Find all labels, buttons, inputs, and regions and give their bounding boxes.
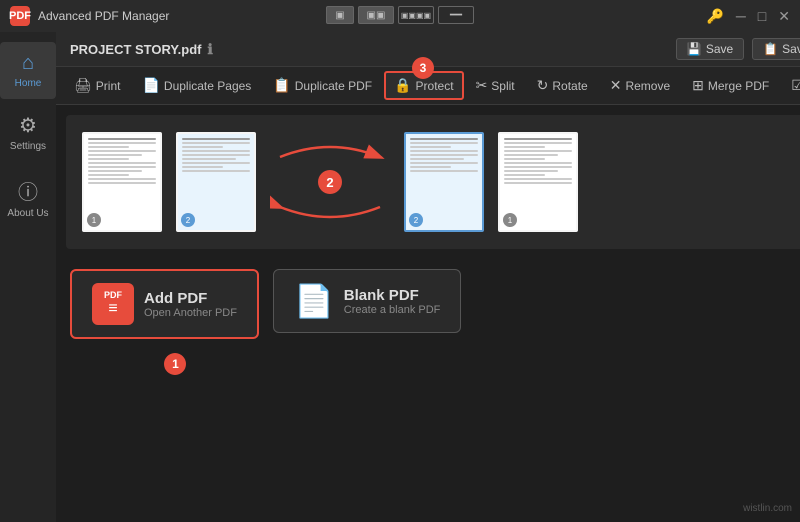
titlebar-left: PDF Advanced PDF Manager xyxy=(10,6,169,26)
app-title: Advanced PDF Manager xyxy=(38,9,169,23)
duplicate-arrows: 2 xyxy=(270,127,390,237)
save-icon: 💾 xyxy=(687,42,702,56)
remove-button[interactable]: ✕ Remove xyxy=(600,71,680,100)
duplicate-pdf-button[interactable]: 📋 Duplicate PDF xyxy=(263,71,382,100)
step3-badge: 3 xyxy=(412,57,434,79)
titlebar: PDF Advanced PDF Manager ▣ ▣▣ ▣▣▣▣ ━━ 🔑 … xyxy=(0,0,800,32)
page-3-badge: 2 xyxy=(409,213,423,227)
minimize-button[interactable]: ─ xyxy=(736,8,746,24)
sidebar-item-home[interactable]: ⌂ Home xyxy=(0,42,56,99)
blank-pdf-button[interactable]: 📄 Blank PDF Create a blank PDF xyxy=(273,269,461,333)
close-button[interactable]: ✕ xyxy=(778,8,790,25)
rotate-icon: ↻ xyxy=(537,77,549,94)
main-layout: ⌂ Home ⚙ Settings ⓘ About Us PROJECT STO… xyxy=(0,32,800,522)
blank-pdf-subtitle: Create a blank PDF xyxy=(344,304,441,316)
titlebar-controls: 🔑 ─ □ ✕ xyxy=(706,8,790,25)
print-icon: 🖨 xyxy=(74,77,92,94)
view-wide[interactable]: ━━ xyxy=(438,6,474,24)
select-all-icon: ☑ xyxy=(791,77,800,94)
pages-section: 1 xyxy=(56,105,800,259)
sidebar: ⌂ Home ⚙ Settings ⓘ About Us xyxy=(0,32,56,522)
sidebar-home-label: Home xyxy=(15,78,42,89)
add-pdf-text: Add PDF Open Another PDF xyxy=(144,290,237,319)
step1-badge: 1 xyxy=(164,353,186,375)
blank-pdf-text: Blank PDF Create a blank PDF xyxy=(344,287,441,316)
toolbar-wrapper: 🖨 Print 📄 Duplicate Pages 📋 Duplicate PD… xyxy=(56,67,800,105)
sidebar-item-about[interactable]: ⓘ About Us xyxy=(0,166,56,229)
merge-icon: ⊞ xyxy=(692,77,704,94)
add-pdf-subtitle: Open Another PDF xyxy=(144,307,237,319)
split-button[interactable]: ✂ Split xyxy=(466,71,525,100)
page-card-4: 1 xyxy=(498,132,578,232)
rotate-button[interactable]: ↻ Rotate xyxy=(527,71,598,100)
page-4-badge: 1 xyxy=(503,213,517,227)
settings-icon: ⚙ xyxy=(19,113,37,138)
view-single[interactable]: ▣ xyxy=(326,6,354,24)
page-2-badge: 2 xyxy=(181,213,195,227)
add-pdf-button[interactable]: PDF ≡ Add PDF Open Another PDF xyxy=(70,269,259,339)
add-pdf-icon: PDF ≡ xyxy=(92,283,134,325)
file-info-icon: ℹ xyxy=(207,41,212,58)
page-thumb-2[interactable]: 2 xyxy=(176,132,256,232)
page-card-1: 1 xyxy=(82,132,162,232)
duplicate-pages-icon: 📄 xyxy=(142,77,159,94)
page-thumb-3[interactable]: 2 xyxy=(404,132,484,232)
add-pdf-wrapper: PDF ≡ Add PDF Open Another PDF 1 xyxy=(70,269,259,339)
page-thumb-1[interactable]: 1 xyxy=(82,132,162,232)
duplicate-pdf-icon: 📋 xyxy=(273,77,290,94)
save-button[interactable]: 💾 Save xyxy=(676,38,744,60)
sidebar-about-label: About Us xyxy=(7,208,48,219)
blank-pdf-title: Blank PDF xyxy=(344,287,441,304)
content-area: PROJECT STORY.pdf ℹ 💾 Save 📋 Save As ⋯ 🖨 xyxy=(56,32,800,522)
blank-pdf-icon: 📄 xyxy=(294,282,334,320)
add-pdf-title: Add PDF xyxy=(144,290,237,307)
file-name: PROJECT STORY.pdf ℹ xyxy=(70,41,213,58)
sidebar-settings-label: Settings xyxy=(10,141,46,152)
view-switcher: ▣ ▣▣ ▣▣▣▣ ━━ xyxy=(326,6,474,24)
remove-icon: ✕ xyxy=(610,77,622,94)
page-card-3: 2 xyxy=(404,132,484,232)
about-icon: ⓘ xyxy=(18,176,38,205)
page-card-2: 2 xyxy=(176,132,256,232)
print-button[interactable]: 🖨 Print xyxy=(64,71,130,100)
watermark: wistlin.com xyxy=(743,503,792,514)
merge-pdf-button[interactable]: ⊞ Merge PDF xyxy=(682,71,779,100)
page-thumb-4[interactable]: 1 xyxy=(498,132,578,232)
save-as-button[interactable]: 📋 Save As xyxy=(752,38,800,60)
sidebar-item-settings[interactable]: ⚙ Settings xyxy=(0,103,56,162)
page-1-badge: 1 xyxy=(87,213,101,227)
bottom-area: PDF ≡ Add PDF Open Another PDF 1 📄 xyxy=(56,259,800,349)
save-as-icon: 📋 xyxy=(763,42,778,56)
split-icon: ✂ xyxy=(476,77,488,94)
view-quad[interactable]: ▣▣▣▣ xyxy=(398,6,434,24)
app-icon: PDF xyxy=(10,6,30,26)
maximize-button[interactable]: □ xyxy=(758,8,766,24)
duplicate-pages-button[interactable]: 📄 Duplicate Pages xyxy=(132,71,261,100)
home-icon: ⌂ xyxy=(22,52,34,75)
file-actions: 💾 Save 📋 Save As ⋯ xyxy=(676,38,800,60)
select-all-button[interactable]: ☑ Select All xyxy=(781,71,800,100)
protect-icon: 🔒 xyxy=(394,77,411,94)
view-double[interactable]: ▣▣ xyxy=(358,6,394,24)
lock-icon[interactable]: 🔑 xyxy=(706,8,723,25)
svg-text:2: 2 xyxy=(326,175,333,190)
pages-area: 1 xyxy=(66,115,800,249)
